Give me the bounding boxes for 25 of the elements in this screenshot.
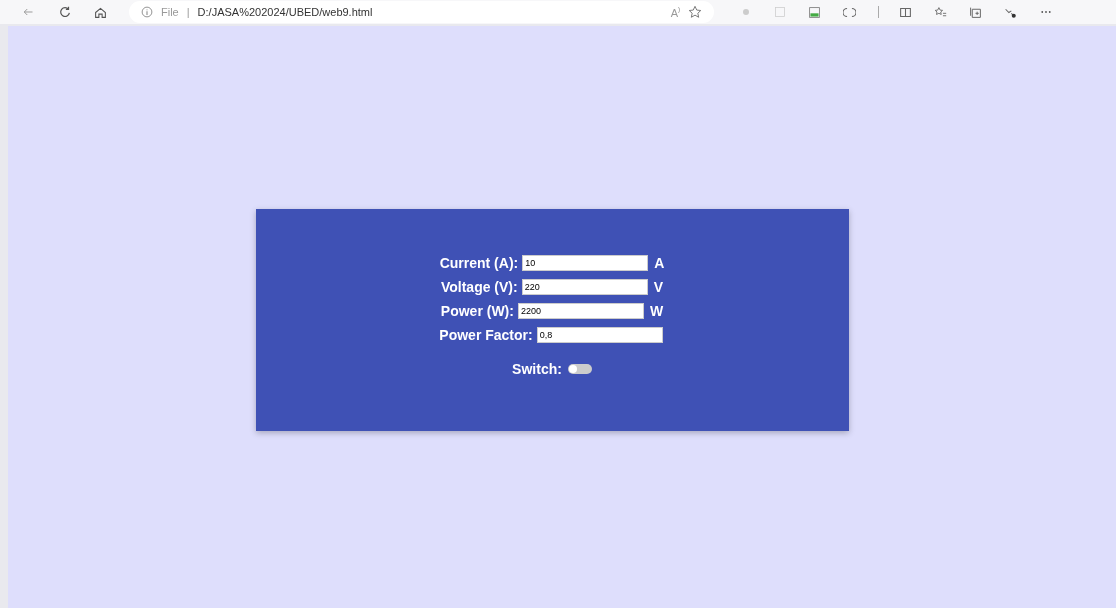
collections-icon[interactable]	[969, 5, 982, 19]
switch-label: Switch:	[512, 361, 562, 377]
refresh-icon[interactable]	[58, 5, 72, 19]
input-field[interactable]: 2200	[517, 303, 644, 319]
toggle-switch[interactable]	[567, 364, 592, 374]
unit-label: A	[654, 255, 665, 271]
grid-icon[interactable]	[808, 5, 821, 19]
split-screen-icon[interactable]	[899, 5, 912, 19]
field-label: Power (W):	[440, 303, 514, 319]
input-field[interactable]: 220	[521, 279, 648, 295]
field-label: Power Factor:	[439, 327, 533, 343]
field-label: Voltage (V):	[440, 279, 518, 295]
home-icon[interactable]	[94, 5, 107, 19]
favorites-icon[interactable]	[934, 5, 947, 19]
info-icon	[141, 6, 153, 18]
address-bar[interactable]: File | D:/JASA%202024/UBED/web9.html A⁾	[129, 1, 714, 23]
address-separator: |	[186, 6, 190, 18]
unit-label: V	[653, 279, 664, 295]
address-text: D:/JASA%202024/UBED/web9.html	[197, 6, 373, 18]
scheme-label: File	[161, 6, 179, 18]
field-label: Current (A):	[439, 255, 519, 271]
input-field[interactable]: 0,8	[536, 327, 663, 343]
star-icon[interactable]	[688, 5, 702, 19]
input-field[interactable]: 10	[522, 255, 649, 271]
unit-label: W	[649, 303, 664, 319]
